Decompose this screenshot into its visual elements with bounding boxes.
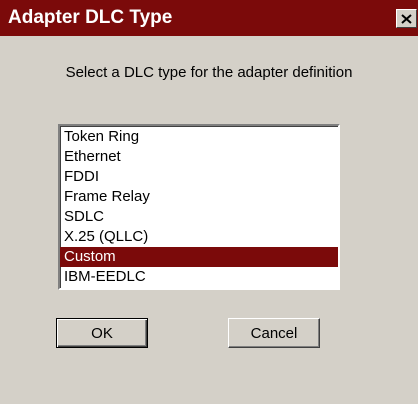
cancel-button[interactable]: Cancel (228, 318, 320, 348)
list-item[interactable]: Token Ring (60, 127, 338, 147)
ok-button[interactable]: OK (56, 318, 148, 348)
list-item[interactable]: X.25 (QLLC) (60, 227, 338, 247)
list-item[interactable]: Ethernet (60, 147, 338, 167)
list-item[interactable]: Frame Relay (60, 187, 338, 207)
adapter-dlc-type-dialog: Adapter DLC Type Select a DLC type for t… (0, 0, 418, 404)
list-item[interactable]: Custom (60, 247, 338, 267)
title-bar[interactable]: Adapter DLC Type (0, 0, 418, 36)
window-title: Adapter DLC Type (8, 7, 173, 28)
close-button[interactable] (396, 9, 417, 28)
prompt-text: Select a DLC type for the adapter defini… (65, 64, 353, 81)
dlc-type-listbox[interactable]: Token Ring Ethernet FDDI Frame Relay SDL… (58, 124, 340, 290)
close-icon (401, 13, 412, 24)
list-item[interactable]: FDDI (60, 167, 338, 187)
list-item[interactable]: IBM-EEDLC (60, 267, 338, 287)
list-item[interactable]: SDLC (60, 207, 338, 227)
